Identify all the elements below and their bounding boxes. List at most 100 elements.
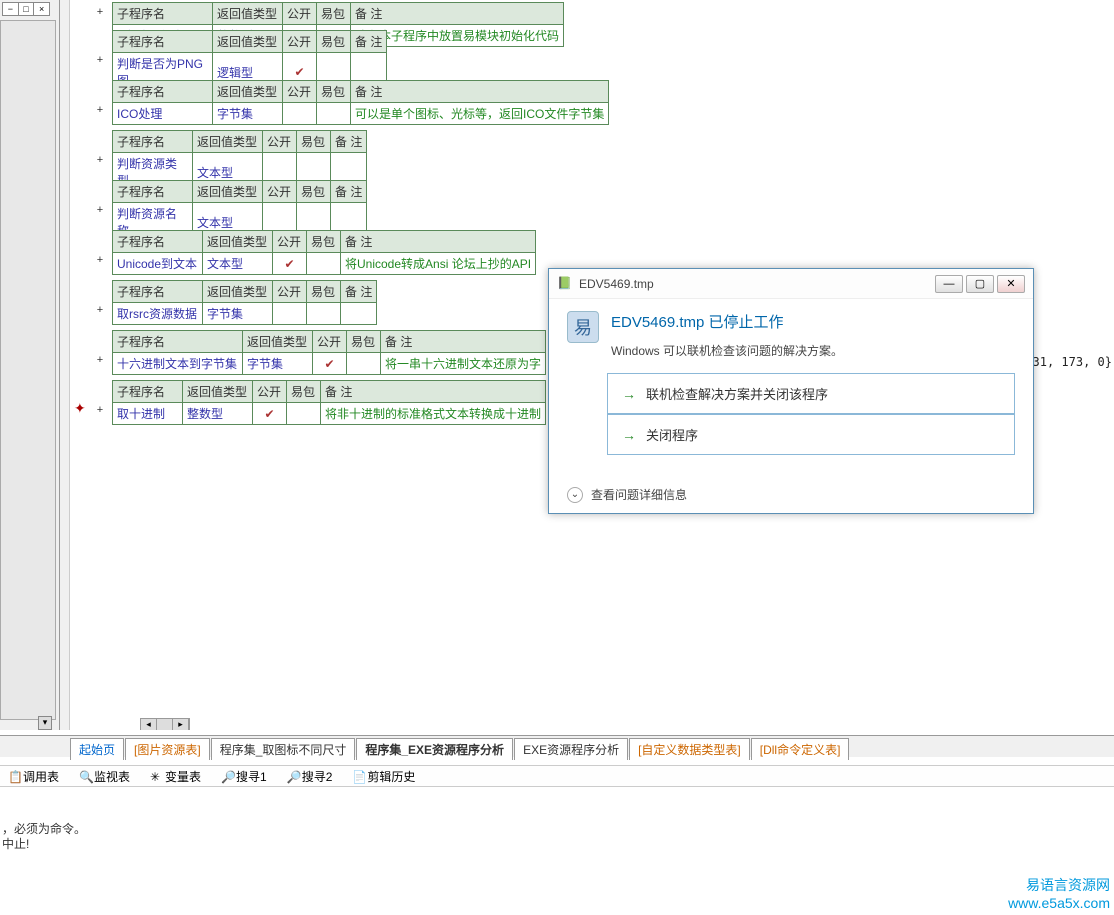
option-check-online[interactable]: → 联机检查解决方案并关闭该程序 bbox=[607, 373, 1015, 414]
bottom-tabbar: 起始页 [图片资源表] 程序集_取图标不同尺寸 程序集_EXE资源程序分析 EX… bbox=[0, 735, 1114, 757]
tab-image-resources[interactable]: [图片资源表] bbox=[125, 738, 210, 760]
tab-exe-analysis[interactable]: EXE资源程序分析 bbox=[514, 738, 628, 760]
cell-easy[interactable] bbox=[347, 353, 381, 375]
col-return: 返回值类型 bbox=[193, 181, 263, 203]
cell-easy[interactable] bbox=[317, 103, 351, 125]
search-icon: 🔎 bbox=[287, 770, 299, 782]
cell-public[interactable] bbox=[273, 303, 307, 325]
tool-watch[interactable]: 🔍监视表 bbox=[71, 765, 138, 788]
clip-icon: 📄 bbox=[352, 770, 364, 782]
subroutine-table: 子程序名返回值类型公开易包备 注Unicode到文本文本型✔将Unicode转成… bbox=[112, 230, 536, 275]
col-public: 公开 bbox=[253, 381, 287, 403]
sidebar-minus-icon[interactable]: − bbox=[3, 3, 19, 15]
expand-icon[interactable]: + bbox=[94, 104, 106, 116]
col-note: 备 注 bbox=[351, 81, 609, 103]
cell-note[interactable]: 将Unicode转成Ansi 论坛上抄的API bbox=[341, 253, 536, 275]
expand-icon[interactable]: + bbox=[94, 254, 106, 266]
expand-icon[interactable]: + bbox=[94, 54, 106, 66]
star-icon: ✦ bbox=[74, 400, 86, 417]
expand-icon[interactable]: + bbox=[94, 404, 106, 416]
scroll-right-icon[interactable]: ▸ bbox=[173, 719, 189, 730]
col-public: 公开 bbox=[283, 81, 317, 103]
scroll-left-icon[interactable]: ◂ bbox=[141, 719, 157, 730]
tab-dll-commands[interactable]: [Dll命令定义表] bbox=[751, 738, 850, 760]
col-name: 子程序名 bbox=[113, 131, 193, 153]
col-easy: 易包 bbox=[317, 81, 351, 103]
expand-icon[interactable]: + bbox=[94, 154, 106, 166]
scroll-thumb[interactable] bbox=[157, 719, 173, 730]
close-button[interactable]: ✕ bbox=[997, 275, 1025, 293]
col-name: 子程序名 bbox=[113, 381, 183, 403]
sidebar-x-icon[interactable]: × bbox=[34, 3, 49, 15]
cell-note[interactable]: 将非十进制的标准格式文本转换成十进制 bbox=[321, 403, 546, 425]
col-public: 公开 bbox=[313, 331, 347, 353]
cell-easy[interactable] bbox=[307, 253, 341, 275]
cell-return[interactable]: 整数型 bbox=[183, 403, 253, 425]
col-easy: 易包 bbox=[307, 281, 341, 303]
tool-search2[interactable]: 🔎搜寻2 bbox=[279, 765, 341, 788]
tab-custom-types[interactable]: [自定义数据类型表] bbox=[629, 738, 750, 760]
sidebar-square-icon[interactable]: □ bbox=[19, 3, 35, 15]
output-line: ，必须为命令。 bbox=[2, 822, 1112, 837]
col-public: 公开 bbox=[283, 31, 317, 53]
dialog-message: Windows 可以联机检查该问题的解决方案。 bbox=[611, 342, 1015, 359]
search-icon: 🔍 bbox=[79, 770, 91, 782]
minimize-button[interactable]: — bbox=[935, 275, 963, 293]
cell-return[interactable]: 字节集 bbox=[213, 103, 283, 125]
expand-icon[interactable]: + bbox=[94, 204, 106, 216]
tab-start[interactable]: 起始页 bbox=[70, 738, 124, 760]
col-public: 公开 bbox=[263, 181, 297, 203]
col-name: 子程序名 bbox=[113, 181, 193, 203]
dialog-heading: EDV5469.tmp 已停止工作 bbox=[611, 311, 1015, 332]
cell-note[interactable]: 将一串十六进制文本还原为字 bbox=[381, 353, 546, 375]
subroutine-table: 子程序名返回值类型公开易包备 注取十进制整数型✔将非十进制的标准格式文本转换成十… bbox=[112, 380, 546, 425]
cell-public[interactable]: ✔ bbox=[313, 353, 347, 375]
col-public: 公开 bbox=[283, 3, 317, 25]
subroutine-table: 子程序名返回值类型公开易包备 注ICO处理字节集可以是单个图标、光标等，返回IC… bbox=[112, 80, 609, 125]
tab-exe-analysis-set[interactable]: 程序集_EXE资源程序分析 bbox=[356, 738, 513, 760]
search-icon: 🔎 bbox=[221, 770, 233, 782]
tool-calltable[interactable]: 📋调用表 bbox=[0, 765, 67, 788]
cell-public[interactable]: ✔ bbox=[273, 253, 307, 275]
cell-name[interactable]: Unicode到文本 bbox=[113, 253, 203, 275]
tool-search1[interactable]: 🔎搜寻1 bbox=[213, 765, 275, 788]
cell-name[interactable]: ICO处理 bbox=[113, 103, 213, 125]
cell-return[interactable]: 字节集 bbox=[203, 303, 273, 325]
dialog-details-toggle[interactable]: ⌄ 查看问题详细信息 bbox=[567, 486, 687, 503]
cell-note[interactable] bbox=[341, 303, 377, 325]
horizontal-scrollbar[interactable]: ◂ ▸ bbox=[140, 718, 190, 730]
arrow-right-icon: → bbox=[622, 427, 636, 443]
col-name: 子程序名 bbox=[113, 231, 203, 253]
expand-icon[interactable]: + bbox=[94, 354, 106, 366]
expand-icon[interactable]: + bbox=[94, 6, 106, 18]
cell-return[interactable]: 字节集 bbox=[243, 353, 313, 375]
cell-public[interactable] bbox=[283, 103, 317, 125]
splitter[interactable] bbox=[60, 0, 70, 730]
col-easy: 易包 bbox=[287, 381, 321, 403]
expand-icon[interactable]: + bbox=[94, 304, 106, 316]
col-return: 返回值类型 bbox=[183, 381, 253, 403]
col-return: 返回值类型 bbox=[213, 31, 283, 53]
scroll-down-icon[interactable]: ▾ bbox=[38, 716, 52, 730]
dialog-titlebar[interactable]: 📗 EDV5469.tmp — ▢ ✕ bbox=[549, 269, 1033, 299]
cell-name[interactable]: 十六进制文本到字节集 bbox=[113, 353, 243, 375]
col-return: 返回值类型 bbox=[203, 231, 273, 253]
cell-public[interactable]: ✔ bbox=[253, 403, 287, 425]
cell-name[interactable]: 取rsrc资源数据 bbox=[113, 303, 203, 325]
cell-easy[interactable] bbox=[307, 303, 341, 325]
col-name: 子程序名 bbox=[113, 331, 243, 353]
maximize-button[interactable]: ▢ bbox=[966, 275, 994, 293]
cell-name[interactable]: 取十进制 bbox=[113, 403, 183, 425]
col-note: 备 注 bbox=[341, 281, 377, 303]
cell-easy[interactable] bbox=[287, 403, 321, 425]
tab-icon-sizes[interactable]: 程序集_取图标不同尺寸 bbox=[211, 738, 356, 760]
option-close-program[interactable]: → 关闭程序 bbox=[607, 414, 1015, 455]
col-return: 返回值类型 bbox=[193, 131, 263, 153]
tool-tabbar: 📋调用表 🔍监视表 ✳变量表 🔎搜寻1 🔎搜寻2 📄剪辑历史 bbox=[0, 765, 1114, 787]
col-return: 返回值类型 bbox=[213, 81, 283, 103]
tool-vars[interactable]: ✳变量表 bbox=[142, 765, 209, 788]
cell-return[interactable]: 文本型 bbox=[203, 253, 273, 275]
tool-clip[interactable]: 📄剪辑历史 bbox=[344, 765, 423, 788]
cell-note[interactable]: 可以是单个图标、光标等，返回ICO文件字节集 bbox=[351, 103, 609, 125]
code-fragment: 31, 173, 0} bbox=[1033, 355, 1112, 369]
